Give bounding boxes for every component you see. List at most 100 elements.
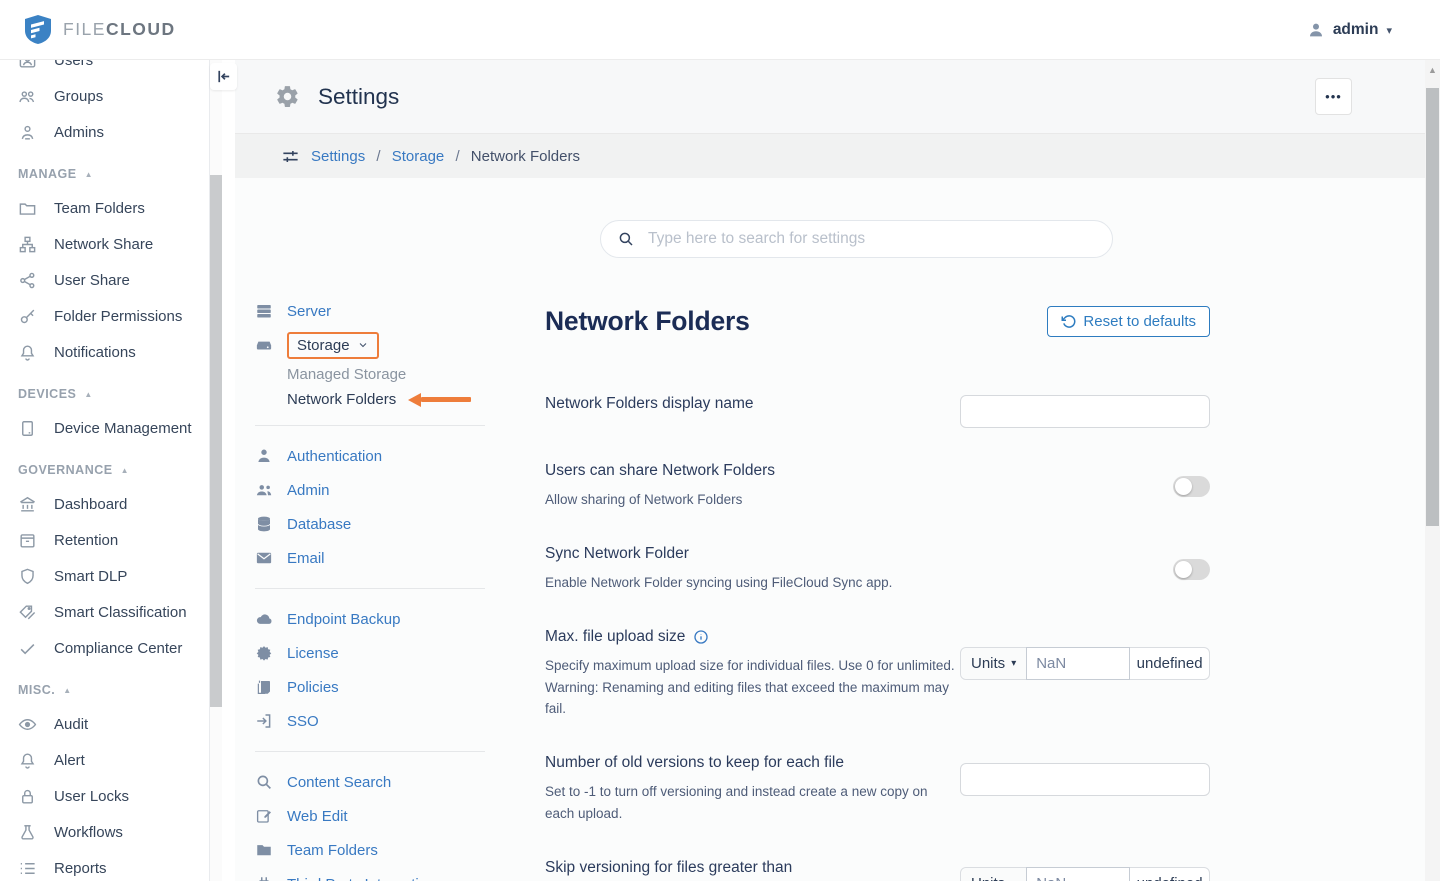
nav-item-label: Storage (297, 337, 350, 354)
nav-item-storage[interactable]: Storage (255, 328, 505, 362)
nav-item-license[interactable]: License (255, 636, 505, 670)
nav-item-web-edit[interactable]: Web Edit (255, 799, 505, 833)
skip-versioning-input[interactable] (1026, 867, 1130, 881)
sidebar-item-folder-permissions[interactable]: Folder Permissions (0, 298, 209, 334)
page-title: Settings (318, 84, 399, 110)
sidebar-section-misc[interactable]: MISC. ▲ (0, 666, 209, 706)
field-old-versions: Number of old versions to keep for each … (545, 754, 1210, 825)
groups-icon (18, 87, 37, 106)
sync-network-folder-toggle[interactable] (1173, 559, 1210, 580)
archive-icon (18, 531, 37, 550)
units-dropdown[interactable]: Units ▾ (961, 648, 1026, 679)
sidebar-item-label: Dashboard (54, 496, 127, 513)
info-icon[interactable] (693, 629, 709, 645)
sidebar-item-label: Network Share (54, 236, 153, 253)
section-label: DEVICES (18, 387, 76, 401)
list-icon (18, 859, 37, 878)
breadcrumb-link-settings[interactable]: Settings (311, 148, 365, 165)
sidebar-item-reports[interactable]: Reports (0, 850, 209, 881)
sidebar-item-dashboard[interactable]: Dashboard (0, 486, 209, 522)
breadcrumb-separator: / (455, 148, 459, 165)
display-name-input[interactable] (960, 395, 1210, 428)
page-scrollbar-thumb[interactable] (1426, 88, 1439, 526)
users-can-share-toggle[interactable] (1173, 476, 1210, 497)
network-folders-panel: Network Folders Reset to defaults Networ… (545, 306, 1210, 881)
sidebar-item-alert[interactable]: Alert (0, 742, 209, 778)
sidebar-item-smart-dlp[interactable]: Smart DLP (0, 558, 209, 594)
filecloud-logo[interactable]: FILECLOUD (24, 14, 176, 45)
section-label: GOVERNANCE (18, 463, 113, 477)
sidebar-item-user-share[interactable]: User Share (0, 262, 209, 298)
nav-item-network-folders[interactable]: Network Folders (255, 387, 505, 412)
nav-item-third-party-integrations[interactable]: Third Party Integrations (255, 867, 505, 881)
old-versions-input[interactable] (960, 763, 1210, 796)
field-display-name: Network Folders display name (545, 395, 1210, 428)
breadcrumb-trail: Settings / Storage / Network Folders (311, 148, 580, 165)
annotation-arrow (408, 393, 471, 407)
settings-search[interactable] (600, 220, 1113, 258)
sidebar-section-devices[interactable]: DEVICES ▲ (0, 370, 209, 410)
field-description: Enable Network Folder syncing using File… (545, 572, 892, 594)
sidebar-scrollbar[interactable] (210, 60, 222, 881)
divider (255, 751, 485, 752)
nav-item-label: Email (287, 550, 325, 567)
plug-icon (255, 875, 273, 881)
nav-item-database[interactable]: Database (255, 507, 505, 541)
sidebar-item-network-share[interactable]: Network Share (0, 226, 209, 262)
collapse-sidebar-button[interactable] (210, 63, 237, 90)
sidebar-item-user-locks[interactable]: User Locks (0, 778, 209, 814)
nav-item-label: Policies (287, 679, 339, 696)
nav-item-label: Endpoint Backup (287, 611, 400, 628)
reset-icon (1061, 314, 1076, 329)
sidebar-scrollbar-thumb[interactable] (210, 175, 222, 707)
nav-item-sso[interactable]: SSO (255, 704, 505, 738)
sidebar-item-retention[interactable]: Retention (0, 522, 209, 558)
mail-icon (255, 549, 273, 567)
reset-to-defaults-button[interactable]: Reset to defaults (1047, 306, 1210, 337)
max-upload-size-input[interactable] (1026, 647, 1130, 680)
sidebar-item-label: Audit (54, 716, 88, 733)
nav-item-policies[interactable]: Policies (255, 670, 505, 704)
field-label: Skip versioning for files greater than (545, 859, 945, 877)
bank-icon (18, 495, 37, 514)
sidebar-item-label: Folder Permissions (54, 308, 182, 325)
settings-body: Server Storage Managed Storage Network F… (235, 178, 1425, 881)
sidebar-item-label: Groups (54, 88, 103, 105)
nav-item-label: Web Edit (287, 808, 348, 825)
sidebar-item-smart-classification[interactable]: Smart Classification (0, 594, 209, 630)
field-label: Network Folders display name (545, 395, 753, 413)
sidebar-item-workflows[interactable]: Workflows (0, 814, 209, 850)
sidebar-item-notifications[interactable]: Notifications (0, 334, 209, 370)
breadcrumb-link-storage[interactable]: Storage (392, 148, 445, 165)
scroll-up-arrow[interactable]: ▲ (1425, 60, 1440, 80)
sidebar-item-audit[interactable]: Audit (0, 706, 209, 742)
search-input[interactable] (646, 229, 1096, 249)
user-menu[interactable]: admin ▾ (1307, 21, 1392, 39)
sidebar-item-admins[interactable]: Admins (0, 114, 209, 150)
units-dropdown[interactable]: Units ▾ (961, 868, 1026, 881)
nav-item-label: Managed Storage (287, 366, 406, 383)
sidebar-section-manage[interactable]: MANAGE ▲ (0, 150, 209, 190)
sidebar-item-label: Device Management (54, 420, 192, 437)
nav-item-managed-storage[interactable]: Managed Storage (255, 362, 505, 387)
nav-item-team-folders[interactable]: Team Folders (255, 833, 505, 867)
sidebar-item-device-management[interactable]: Device Management (0, 410, 209, 446)
nav-item-endpoint-backup[interactable]: Endpoint Backup (255, 602, 505, 636)
collapse-caret-icon: ▲ (84, 390, 92, 399)
nav-item-server[interactable]: Server (255, 294, 505, 328)
sidebar-item-users[interactable]: Users (0, 60, 209, 78)
collapse-caret-icon: ▲ (85, 170, 93, 179)
edit-icon (255, 807, 273, 825)
nav-item-email[interactable]: Email (255, 541, 505, 575)
nav-item-content-search[interactable]: Content Search (255, 765, 505, 799)
more-options-button[interactable]: ••• (1315, 78, 1352, 115)
sidebar-item-compliance-center[interactable]: Compliance Center (0, 630, 209, 666)
nav-item-label: Team Folders (287, 842, 378, 859)
nav-item-admin[interactable]: Admin (255, 473, 505, 507)
sidebar-section-governance[interactable]: GOVERNANCE ▲ (0, 446, 209, 486)
sidebar-item-groups[interactable]: Groups (0, 78, 209, 114)
nav-item-authentication[interactable]: Authentication (255, 439, 505, 473)
units-label: Units (971, 655, 1005, 672)
page-scrollbar[interactable]: ▲ (1425, 60, 1440, 881)
sidebar-item-team-folders[interactable]: Team Folders (0, 190, 209, 226)
